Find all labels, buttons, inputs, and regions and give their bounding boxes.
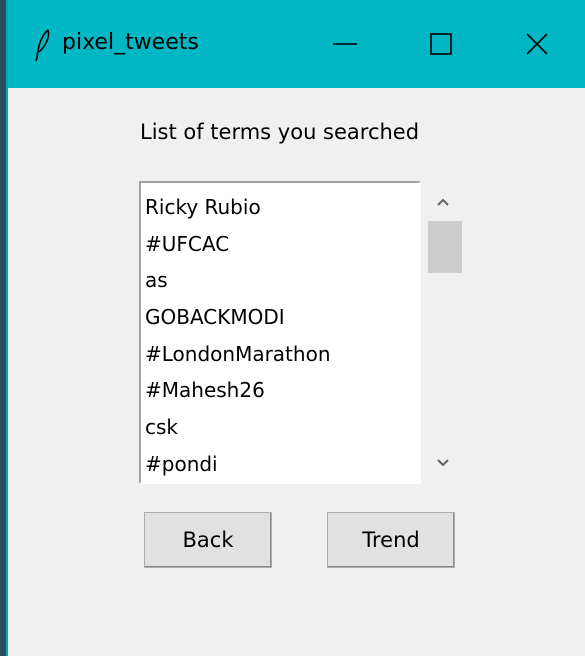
chevron-up-icon <box>437 198 449 206</box>
minimize-button[interactable] <box>297 0 393 88</box>
feather-icon <box>34 28 52 62</box>
scroll-down-button[interactable] <box>421 446 463 484</box>
maximize-button[interactable] <box>393 0 489 88</box>
minimize-icon <box>333 43 357 45</box>
list-heading: List of terms you searched <box>140 120 420 144</box>
scroll-thumb[interactable] <box>428 221 462 273</box>
list-item[interactable]: #LondonMarathon <box>145 336 419 373</box>
search-terms-list: Ricky Rubio #UFCAC as GOBACKMODI #London… <box>141 183 419 482</box>
window-title: pixel_tweets <box>62 30 199 55</box>
scroll-up-button[interactable] <box>421 181 463 219</box>
trend-button[interactable]: Trend <box>327 512 455 568</box>
app-window: pixel_tweets List of terms you searched … <box>6 0 585 656</box>
search-terms-listbox[interactable]: Ricky Rubio #UFCAC as GOBACKMODI #London… <box>139 181 421 484</box>
list-item[interactable]: GOBACKMODI <box>145 299 419 336</box>
list-item[interactable]: #UFCAC <box>145 226 419 263</box>
chevron-down-icon <box>437 459 449 467</box>
title-bar[interactable]: pixel_tweets <box>8 0 585 88</box>
back-button[interactable]: Back <box>144 512 272 568</box>
list-item[interactable]: #pondi <box>145 446 419 482</box>
list-item[interactable]: #Mahesh26 <box>145 372 419 409</box>
list-item[interactable]: as <box>145 262 419 299</box>
list-item[interactable]: Ricky Rubio <box>145 189 419 226</box>
list-scrollbar[interactable] <box>421 181 463 484</box>
close-icon <box>526 33 548 55</box>
list-item[interactable]: csk <box>145 409 419 446</box>
maximize-icon <box>430 33 452 55</box>
close-button[interactable] <box>489 0 585 88</box>
